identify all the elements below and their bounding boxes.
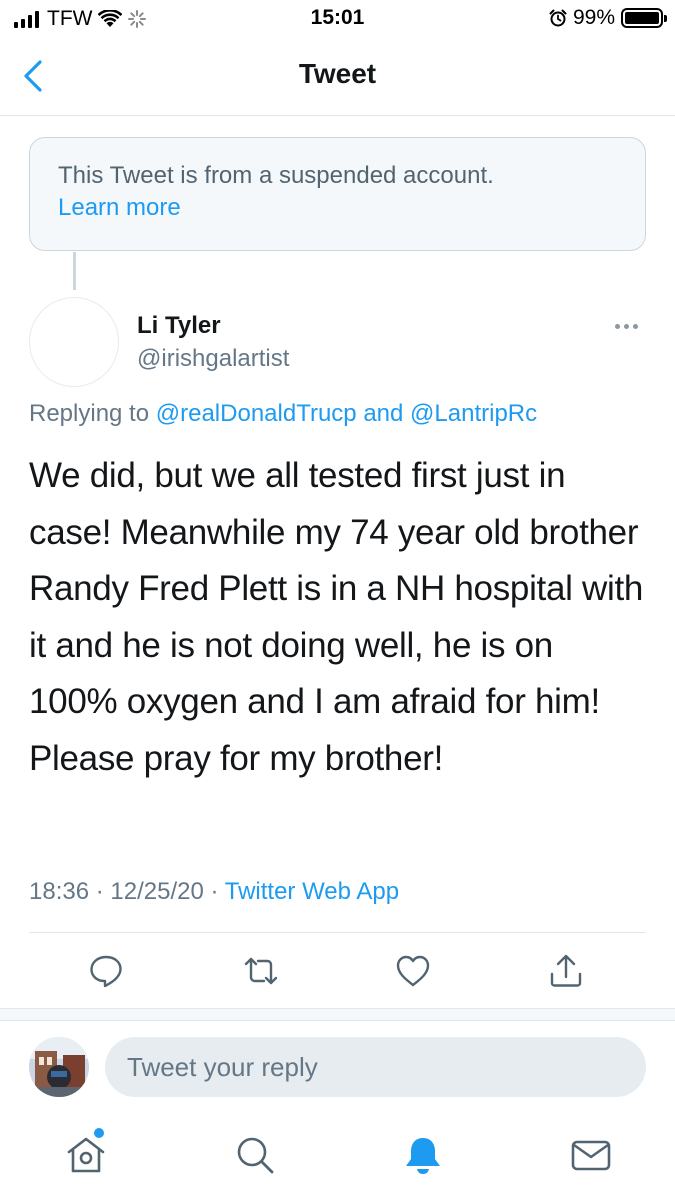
like-icon bbox=[396, 955, 430, 987]
author-handle[interactable]: @irishgalartist bbox=[137, 345, 289, 373]
tweet-source-link[interactable]: Twitter Web App bbox=[225, 878, 399, 905]
reply-button[interactable] bbox=[88, 953, 124, 989]
replying-to-line: Replying to @realDonaldTrucp and @Lantri… bbox=[29, 400, 537, 428]
messages-icon bbox=[571, 1140, 611, 1171]
meta-separator: · bbox=[95, 878, 104, 905]
page-title: Tweet bbox=[298, 58, 377, 89]
status-bar: TFW 15:01 99% bbox=[0, 0, 675, 38]
new-content-dot bbox=[94, 1128, 104, 1138]
status-right: 99% bbox=[549, 6, 667, 30]
learn-more-link[interactable]: Learn more bbox=[58, 192, 181, 224]
my-avatar[interactable] bbox=[29, 1037, 89, 1097]
tweet-time: 18:36 bbox=[29, 878, 90, 905]
notifications-icon bbox=[406, 1138, 440, 1174]
suspended-notice: This Tweet is from a suspended account. … bbox=[29, 137, 646, 251]
alarm-icon bbox=[549, 9, 567, 27]
like-button[interactable] bbox=[395, 953, 431, 989]
mention-link-1[interactable]: @realDonaldTrucp bbox=[156, 400, 357, 427]
tab-home[interactable] bbox=[64, 1133, 108, 1177]
tweet-meta: 18:36 · 12/25/20 · Twitter Web App bbox=[29, 878, 399, 906]
search-icon bbox=[237, 1137, 274, 1174]
tab-search[interactable] bbox=[233, 1133, 277, 1177]
dot-icon bbox=[633, 323, 638, 329]
reply-input-placeholder: Tweet your reply bbox=[127, 1051, 318, 1082]
dot-icon bbox=[624, 323, 629, 329]
share-icon bbox=[550, 954, 582, 987]
mention-link-2[interactable]: @LantripRc bbox=[410, 400, 537, 427]
retweet-icon bbox=[244, 957, 278, 985]
replying-prefix: Replying to bbox=[29, 400, 150, 427]
reply-conjunction: and bbox=[363, 400, 404, 427]
nav-bar: Tweet bbox=[0, 38, 675, 116]
retweet-button[interactable] bbox=[243, 953, 279, 989]
author-name[interactable]: Li Tyler bbox=[137, 312, 221, 340]
section-divider bbox=[0, 1008, 675, 1021]
tab-notifications[interactable] bbox=[401, 1133, 445, 1177]
thread-connector bbox=[73, 252, 76, 290]
divider bbox=[29, 932, 646, 933]
tweet-text: We did, but we all tested first just in … bbox=[29, 456, 644, 778]
suspended-notice-text: This Tweet is from a suspended account. bbox=[58, 162, 494, 189]
dot-icon bbox=[615, 323, 620, 329]
battery-icon bbox=[621, 8, 667, 28]
tab-messages[interactable] bbox=[569, 1133, 613, 1177]
battery-percent: 99% bbox=[572, 6, 615, 29]
author-avatar[interactable] bbox=[29, 297, 119, 387]
reply-icon bbox=[90, 955, 122, 988]
home-icon bbox=[67, 1137, 105, 1173]
meta-separator: · bbox=[210, 878, 219, 905]
reply-input[interactable]: Tweet your reply bbox=[105, 1037, 646, 1097]
more-options-button[interactable] bbox=[615, 318, 645, 334]
share-button[interactable] bbox=[548, 953, 584, 989]
tweet-date: 12/25/20 bbox=[110, 878, 204, 905]
